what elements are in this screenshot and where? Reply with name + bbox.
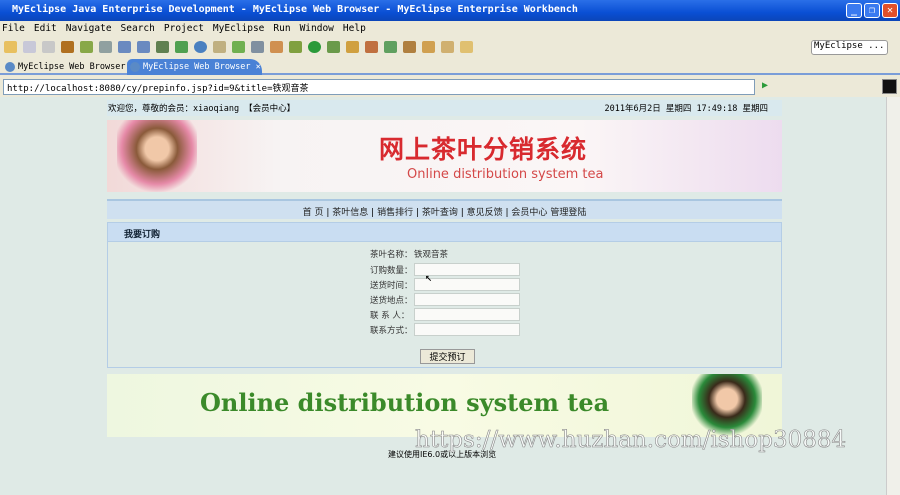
contact-person-label: 联 系 人：	[370, 310, 410, 321]
close-window-button[interactable]: ✕	[882, 3, 898, 18]
menu-bar: File Edit Navigate Search Project MyEcli…	[0, 21, 900, 37]
main-nav: 首 页 | 茶叶信息 | 销售排行 | 茶叶查询 | 意见反馈 | 会员中心 管…	[107, 199, 782, 219]
title-bar: MyEclipse Java Enterprise Development - …	[0, 0, 900, 21]
tab-label: MyEclipse Web Browser	[143, 62, 251, 72]
tab-web-browser-1[interactable]: MyEclipse Web Browser	[2, 59, 126, 75]
contact-person-input[interactable]	[414, 308, 520, 321]
nav-tea-search[interactable]: 茶叶查询	[422, 208, 458, 218]
stop-icon[interactable]	[882, 79, 897, 94]
go-icon[interactable]: ▶	[762, 80, 768, 91]
menu-file[interactable]: File	[2, 23, 25, 35]
perspective-myeclipse[interactable]: MyEclipse ...	[811, 40, 888, 55]
console-icon[interactable]	[251, 40, 264, 53]
toolbar	[0, 37, 900, 56]
banner-photo	[117, 120, 197, 192]
search-icon[interactable]	[327, 40, 340, 53]
server-icon[interactable]	[99, 40, 112, 53]
db-icon[interactable]	[156, 40, 169, 53]
nav-home[interactable]: 首 页	[303, 208, 324, 218]
new-web-icon[interactable]	[175, 40, 188, 53]
globe-icon	[130, 62, 140, 72]
browser-viewport: 欢迎您，尊敬的会员：xiaoqiang 【会员中心】 2011年6月2日 星期四 …	[0, 97, 886, 495]
gear-icon[interactable]	[289, 40, 302, 53]
run-icon[interactable]	[308, 40, 321, 53]
restore-button[interactable]: ❐	[864, 3, 880, 18]
redeploy-icon[interactable]	[137, 40, 150, 53]
close-tab-icon[interactable]: ✕	[256, 62, 261, 72]
footer-banner-text: Online distribution system tea	[200, 388, 610, 417]
back-icon[interactable]	[441, 40, 454, 53]
menu-run[interactable]: Run	[273, 23, 290, 35]
team-icon[interactable]	[403, 40, 416, 53]
contact-info-input[interactable]	[414, 323, 520, 336]
tea-name-label: 茶叶名称：	[370, 250, 413, 260]
open-icon[interactable]	[213, 40, 226, 53]
package-icon[interactable]	[61, 40, 74, 53]
watermark: https://www.huzhan.com/ishop30884	[415, 427, 847, 454]
nav-member-center[interactable]: 会员中心	[511, 208, 547, 218]
delivery-address-input[interactable]	[414, 293, 520, 306]
new-icon[interactable]	[4, 40, 17, 53]
editor-tabs: MyEclipse Web Browser MyEclipse Web Brow…	[0, 58, 900, 75]
save-icon[interactable]	[23, 40, 36, 53]
vertical-scrollbar[interactable]	[886, 97, 900, 495]
menu-edit[interactable]: Edit	[34, 23, 57, 35]
tab-web-browser-2[interactable]: MyEclipse Web Browser ✕	[127, 59, 262, 75]
site-title: 网上茶叶分销系统	[379, 135, 588, 164]
window-title: MyEclipse Java Enterprise Development - …	[12, 4, 578, 15]
print-icon[interactable]	[42, 40, 55, 53]
globe-icon[interactable]	[194, 40, 207, 53]
menu-help[interactable]: Help	[343, 23, 366, 35]
quantity-label: 订购数量：	[370, 265, 413, 276]
section-title: 我要订购	[107, 222, 782, 242]
nav-admin-login[interactable]: 管理登陆	[550, 208, 586, 218]
order-form: 茶叶名称： 铁观音茶 订购数量： 送货时间： 送货地点： 联 系 人： 联系方式：…	[107, 242, 782, 368]
menu-window[interactable]: Window	[300, 23, 334, 35]
menu-search[interactable]: Search	[121, 23, 155, 35]
menu-project[interactable]: Project	[164, 23, 204, 35]
url-input[interactable]	[3, 79, 755, 95]
submit-order-button[interactable]: 提交预订	[420, 349, 475, 364]
globe-icon	[5, 62, 15, 72]
menu-navigate[interactable]: Navigate	[66, 23, 112, 35]
header-banner: 网上茶叶分销系统 Online distribution system tea	[107, 120, 782, 192]
welcome-text: 欢迎您，尊敬的会员：xiaoqiang 【会员中心】	[108, 104, 296, 114]
tab-label: MyEclipse Web Browser	[18, 62, 126, 72]
minimize-button[interactable]: _	[846, 3, 862, 18]
grid-icon[interactable]	[365, 40, 378, 53]
delivery-address-label: 送货地点：	[370, 295, 413, 306]
mouse-cursor-icon: ↖	[425, 270, 433, 284]
welcome-strip: 欢迎您，尊敬的会员：xiaoqiang 【会员中心】 2011年6月2日 星期四 …	[107, 100, 782, 116]
nav-sales-rank[interactable]: 销售排行	[377, 208, 413, 218]
tea-name-value: 铁观音茶	[414, 250, 449, 260]
address-bar: ▶	[0, 77, 900, 97]
nav-feedback[interactable]: 意见反馈	[467, 208, 503, 218]
contact-info-label: 联系方式：	[370, 325, 413, 336]
debug-icon[interactable]	[80, 40, 93, 53]
delivery-time-label: 送货时间：	[370, 280, 413, 291]
forward-icon[interactable]	[460, 40, 473, 53]
folder-icon[interactable]	[422, 40, 435, 53]
deploy-icon[interactable]	[118, 40, 131, 53]
refresh-icon[interactable]	[232, 40, 245, 53]
outline-icon[interactable]	[346, 40, 359, 53]
site-subtitle: Online distribution system tea	[407, 167, 604, 182]
menu-myeclipse[interactable]: MyEclipse	[213, 23, 264, 35]
sync-icon[interactable]	[384, 40, 397, 53]
nav-tea-info[interactable]: 茶叶信息	[332, 208, 368, 218]
datetime: 2011年6月2日 星期四 17:49:18 星期四	[604, 104, 769, 114]
wizard-icon[interactable]	[270, 40, 283, 53]
